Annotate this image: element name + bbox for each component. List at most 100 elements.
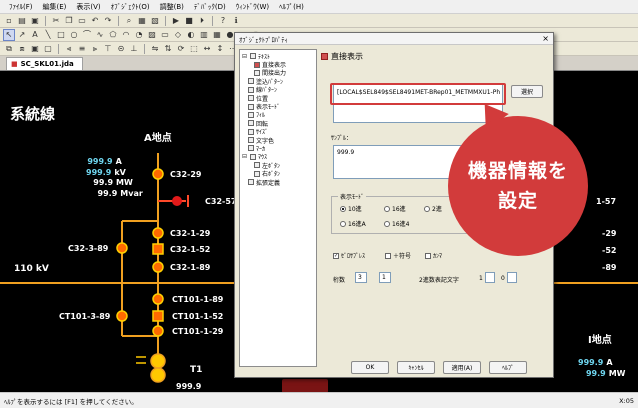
device-label: CT101-3-89 — [59, 312, 111, 321]
open-icon[interactable]: ▤ — [16, 15, 28, 27]
curve-tool-icon[interactable]: ∿ — [94, 29, 106, 41]
paste-icon[interactable]: ▭ — [76, 15, 88, 27]
polyline-tool-icon[interactable]: ⌒ — [81, 29, 93, 41]
arc-tool-icon[interactable]: ◠ — [120, 29, 132, 41]
device-label: CT101-1-52 — [172, 312, 224, 321]
tree-item-marker[interactable]: ﾏｰｶ — [242, 144, 314, 153]
same-height-icon[interactable]: ↕ — [214, 43, 226, 55]
grid-icon[interactable]: ▦ — [136, 15, 148, 27]
tree-item-display-mode[interactable]: 表示ﾓｰﾄﾞ — [242, 102, 314, 111]
menu-object[interactable]: ｵﾌﾞｼﾞｪｸﾄ(O) — [106, 2, 155, 12]
radio-binary[interactable]: 2進 — [424, 204, 442, 213]
menu-adjust[interactable]: 調整(B) — [155, 2, 189, 12]
run-icon[interactable]: ▶ — [170, 15, 182, 27]
copy-icon[interactable]: ❐ — [63, 15, 75, 27]
check-plus-sign[interactable]: ＋符号 — [385, 251, 411, 260]
radio-hex-4[interactable]: 16進4 — [384, 219, 409, 228]
align-center-icon[interactable]: ≡ — [76, 43, 88, 55]
tree-item-size[interactable]: ｻｲｽﾞ — [242, 128, 314, 136]
graph-tool-icon[interactable]: ▥ — [198, 29, 210, 41]
align-right-icon[interactable]: ⫸ — [89, 43, 101, 55]
select-pointer-icon[interactable]: ↖ — [3, 28, 15, 41]
binary-one-field[interactable] — [485, 272, 495, 283]
toolbar-separator — [144, 43, 145, 54]
radio-hex-a[interactable]: 16進A — [340, 219, 366, 228]
group-icon[interactable]: ▣ — [29, 43, 41, 55]
check-comma[interactable]: ｶﾝﾏ — [425, 251, 442, 260]
same-size-icon[interactable]: ⬚ — [188, 43, 200, 55]
cut-icon[interactable]: ✂ — [50, 15, 62, 27]
menu-window[interactable]: ｳｨﾝﾄﾞｳ(W) — [231, 2, 274, 12]
decimals-field[interactable]: 1 — [379, 272, 391, 283]
collapse-icon[interactable]: ⊟ — [242, 53, 248, 60]
measurement-value: 999.9 — [86, 167, 112, 177]
tree-item-fill-pattern[interactable]: 塗込ﾊﾟﾀｰﾝ — [242, 77, 314, 86]
step-icon[interactable]: ⏵ — [196, 15, 208, 27]
radio-decimal[interactable]: 10進 — [340, 204, 362, 213]
table-tool-icon[interactable]: ▦ — [211, 29, 223, 41]
image-tool-icon[interactable]: ▨ — [146, 29, 158, 41]
ungroup-icon[interactable]: ▢ — [42, 43, 54, 55]
tree-item-rotation[interactable]: 回転 — [242, 119, 314, 128]
menu-view[interactable]: 表示(V) — [71, 2, 105, 12]
new-icon[interactable]: ▫ — [3, 15, 15, 27]
measurement-panel: 999.9 A 999.9 kV 99.9 MW 99.9 Mvar — [86, 157, 143, 199]
undo-icon[interactable]: ↶ — [89, 15, 101, 27]
check-zero-suppress[interactable]: ✓ ｾﾞﾛｻﾌﾟﾚｽ — [333, 251, 365, 260]
rotate-icon[interactable]: ⟳ — [175, 43, 187, 55]
checkbox-icon — [385, 252, 391, 259]
flip-v-icon[interactable]: ⇅ — [162, 43, 174, 55]
text-tool-icon[interactable]: A — [29, 29, 41, 41]
property-icon — [248, 145, 254, 152]
meter-tool-icon[interactable]: ◐ — [185, 29, 197, 41]
document-tab[interactable]: ■ SC_SKL01.jda — [6, 57, 83, 70]
ellipse-tool-icon[interactable]: ○ — [68, 29, 80, 41]
collapse-icon[interactable]: ⊟ — [242, 153, 248, 160]
cancel-button[interactable]: ｷｬﾝｾﾙ — [397, 361, 435, 374]
align-left-icon[interactable]: ⫷ — [63, 43, 75, 55]
zoom-icon[interactable]: ⌕ — [123, 15, 135, 27]
browse-button[interactable]: 選択 — [511, 85, 543, 98]
redo-icon[interactable]: ↷ — [102, 15, 114, 27]
pie-tool-icon[interactable]: ◔ — [133, 29, 145, 41]
tree-item-text-color[interactable]: 文字色 — [242, 136, 314, 145]
tree-item-fill[interactable]: ﾌｨﾙ — [242, 111, 314, 119]
help-button[interactable]: ﾍﾙﾌﾟ — [489, 361, 527, 374]
pointer-alt-icon[interactable]: ↗ — [16, 29, 28, 41]
device-label: C32-29 — [170, 170, 202, 179]
back-icon[interactable]: ⧈ — [16, 43, 28, 55]
radio-icon — [424, 205, 430, 212]
save-icon[interactable]: ▣ — [29, 15, 41, 27]
line-tool-icon[interactable]: ╲ — [42, 29, 54, 41]
radio-hex[interactable]: 16進 — [384, 204, 406, 213]
align-bottom-icon[interactable]: ⊥ — [128, 43, 140, 55]
menu-edit[interactable]: 編集(E) — [38, 2, 72, 12]
info-icon[interactable]: ℹ — [230, 15, 242, 27]
digits-field[interactable]: 3 — [355, 272, 367, 283]
menu-help[interactable]: ﾍﾙﾌﾟ(H) — [274, 2, 309, 12]
symbol-tool-icon[interactable]: ◇ — [172, 29, 184, 41]
menu-debug[interactable]: ﾃﾞﾊﾞｯｸ(D) — [189, 2, 231, 12]
binary-zero-field[interactable] — [507, 272, 517, 283]
image-icon[interactable]: ▧ — [149, 15, 161, 27]
help-icon[interactable]: ? — [217, 15, 229, 27]
stop-icon[interactable]: ■ — [183, 15, 195, 27]
panel-header: 直接表示 — [321, 51, 363, 62]
align-middle-icon[interactable]: ⊝ — [115, 43, 127, 55]
front-icon[interactable]: ⧉ — [3, 43, 15, 55]
rect-tool-icon[interactable]: □ — [55, 29, 67, 41]
button-tool-icon[interactable]: ▭ — [159, 29, 171, 41]
tree-item-extension[interactable]: 拡張定義 — [242, 178, 314, 187]
polygon-tool-icon[interactable]: ⬠ — [107, 29, 119, 41]
measurement-unit-spacer — [616, 358, 626, 369]
apply-button[interactable]: 適用(A) — [443, 361, 481, 374]
tree-item-line-pattern[interactable]: 線ﾊﾟﾀｰﾝ — [242, 86, 314, 94]
flip-h-icon[interactable]: ⇋ — [149, 43, 161, 55]
dialog-titlebar[interactable]: ｵﾌﾞｼﾞｪｸﾄﾌﾟﾛﾊﾟﾃｨ × — [235, 33, 553, 45]
ok-button[interactable]: OK — [351, 361, 389, 374]
menu-file[interactable]: ﾌｧｲﾙ(F) — [4, 2, 38, 12]
align-top-icon[interactable]: ⊤ — [102, 43, 114, 55]
same-width-icon[interactable]: ↔ — [201, 43, 213, 55]
close-icon[interactable]: × — [542, 34, 549, 43]
radio-icon — [384, 205, 390, 212]
